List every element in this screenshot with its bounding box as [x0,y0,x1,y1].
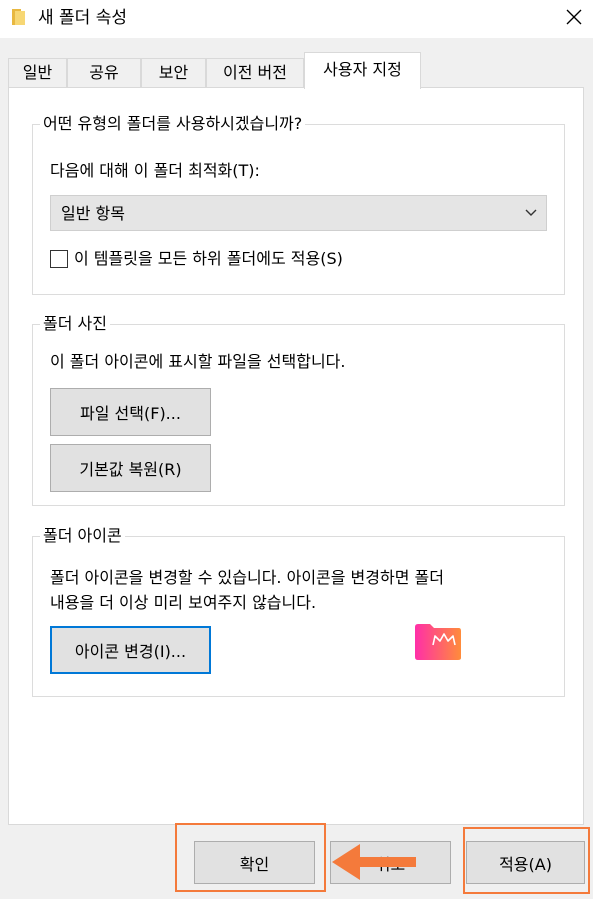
folder-type-group: 어떤 유형의 폴더를 사용하시겠습니까? 다음에 대해 이 폴더 최적화(T):… [32,114,565,295]
tab-security[interactable]: 보안 [141,58,206,88]
title-bar: 새 폴더 속성 [0,0,593,38]
folder-icon-description-line1: 폴더 아이콘을 변경할 수 있습니다. 아이콘을 변경하면 폴더 [50,568,444,587]
apply-template-label[interactable]: 이 템플릿을 모든 하위 폴더에도 적용(S) [74,248,343,270]
apply-template-checkbox[interactable] [50,250,68,268]
close-button[interactable] [555,0,593,34]
customize-panel: 어떤 유형의 폴더를 사용하시겠습니까? 다음에 대해 이 폴더 최적화(T):… [8,87,584,825]
tab-sharing[interactable]: 공유 [67,58,141,88]
folder-icon [12,9,25,25]
tab-general[interactable]: 일반 [8,58,67,88]
apply-button[interactable]: 적용(A) [466,841,585,884]
folder-icon-legend: 폴더 아이콘 [40,526,125,546]
change-icon-button[interactable]: 아이콘 변경(I)... [50,626,211,674]
folder-type-legend: 어떤 유형의 폴더를 사용하시겠습니까? [40,114,306,134]
cancel-button[interactable]: 취소 [330,841,451,884]
folder-picture-legend: 폴더 사진 [40,314,110,334]
chevron-down-icon [525,209,537,216]
crown-folder-icon [415,624,461,660]
close-icon [566,9,582,25]
restore-default-button[interactable]: 기본값 복원(R) [50,444,211,492]
tab-customize[interactable]: 사용자 지정 [304,52,421,89]
optimize-dropdown-value: 일반 항목 [61,204,125,223]
folder-icon-group: 폴더 아이콘 폴더 아이콘을 변경할 수 있습니다. 아이콘을 변경하면 폴더 … [32,526,565,697]
folder-picture-group: 폴더 사진 이 폴더 아이콘에 표시할 파일을 선택합니다. 파일 선택(F).… [32,314,565,506]
folder-icon-description-line2: 내용을 더 이상 미리 보여주지 않습니다. [50,593,317,612]
tab-strip: 일반 공유 보안 이전 버전 사용자 지정 [0,52,593,89]
optimize-dropdown[interactable]: 일반 항목 [50,195,547,231]
ok-button[interactable]: 확인 [194,841,315,884]
optimize-label: 다음에 대해 이 폴더 최적화(T): [50,161,260,180]
window-title: 새 폴더 속성 [38,8,128,28]
choose-file-button[interactable]: 파일 선택(F)... [50,388,211,436]
folder-picture-description: 이 폴더 아이콘에 표시할 파일을 선택합니다. [50,352,346,371]
tab-previous-versions[interactable]: 이전 버전 [206,58,304,88]
